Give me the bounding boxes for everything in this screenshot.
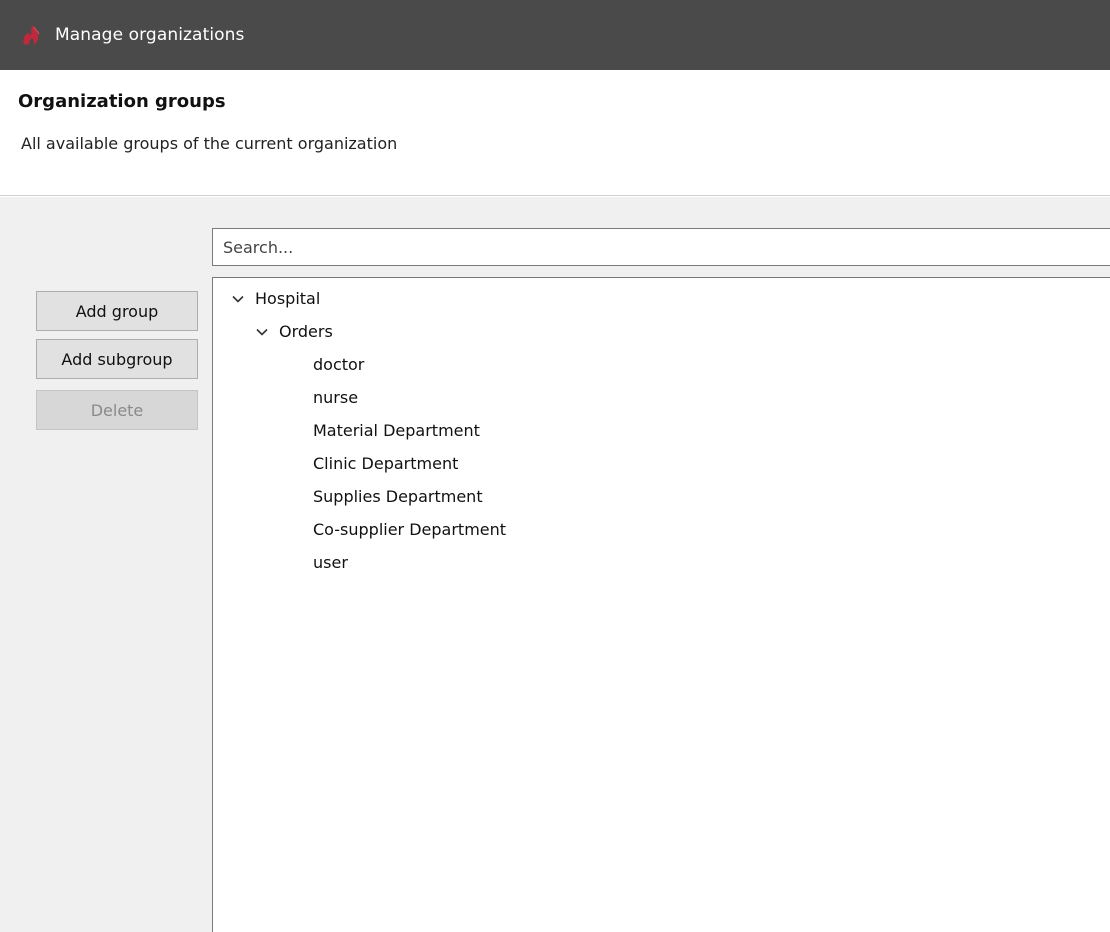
add-group-button[interactable]: Add group — [36, 291, 198, 331]
content-area: Add group Add subgroup Delete Hospital O… — [0, 197, 1110, 932]
tree-node-leaf[interactable]: nurse — [313, 381, 358, 414]
tree-node-label[interactable]: Clinic Department — [313, 454, 458, 473]
delete-button: Delete — [36, 390, 198, 430]
tree-node-label[interactable]: Material Department — [313, 421, 480, 440]
chevron-down-icon[interactable] — [229, 290, 247, 308]
tree-node-orders[interactable]: Orders — [253, 315, 333, 348]
page-description: All available groups of the current orga… — [21, 134, 398, 153]
app-logo-icon — [20, 24, 42, 46]
group-tree[interactable]: Hospital Orders doctor nurse Material De… — [212, 277, 1110, 932]
tree-node-leaf[interactable]: Co-supplier Department — [313, 513, 506, 546]
tree-node-leaf[interactable]: doctor — [313, 348, 364, 381]
tree-node-label[interactable]: doctor — [313, 355, 364, 374]
tree-node-label[interactable]: Co-supplier Department — [313, 520, 506, 539]
title-bar: Manage organizations — [0, 0, 1110, 70]
header-area: Organization groups All available groups… — [0, 70, 1110, 196]
tree-node-label[interactable]: user — [313, 553, 348, 572]
chevron-down-icon[interactable] — [253, 323, 271, 341]
tree-node-label[interactable]: nurse — [313, 388, 358, 407]
tree-node-leaf[interactable]: Supplies Department — [313, 480, 483, 513]
tree-node-label[interactable]: Hospital — [255, 289, 320, 308]
tree-node-label[interactable]: Orders — [279, 322, 333, 341]
tree-node-leaf[interactable]: Clinic Department — [313, 447, 458, 480]
tree-node-hospital[interactable]: Hospital — [229, 282, 320, 315]
tree-node-leaf[interactable]: user — [313, 546, 348, 579]
tree-node-label[interactable]: Supplies Department — [313, 487, 483, 506]
add-subgroup-button[interactable]: Add subgroup — [36, 339, 198, 379]
search-input[interactable] — [212, 228, 1110, 266]
tree-node-leaf[interactable]: Material Department — [313, 414, 480, 447]
page-title: Organization groups — [18, 91, 226, 112]
window-title: Manage organizations — [55, 25, 245, 45]
